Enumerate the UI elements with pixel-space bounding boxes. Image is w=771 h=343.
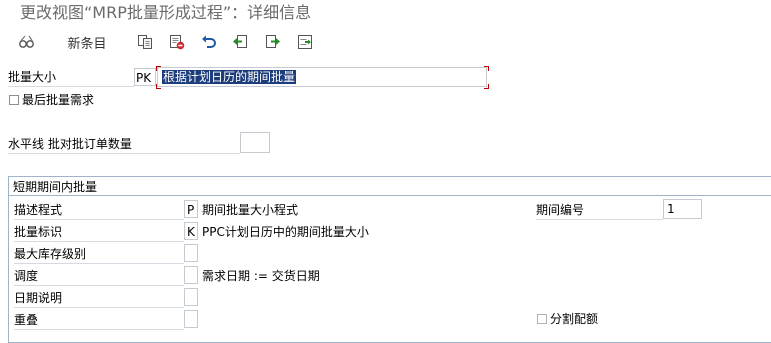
focus-corner xyxy=(156,84,161,89)
scheduling-text: 需求日期 := 交货日期 xyxy=(202,269,320,283)
date-interpretation-label: 日期说明 xyxy=(14,289,184,308)
description-program-text: 期间批量大小程式 xyxy=(202,203,299,217)
period-number-label: 期间编号 xyxy=(536,201,663,220)
lot-indicator-field[interactable]: K xyxy=(184,222,198,240)
lot-size-code-field[interactable]: PK xyxy=(134,68,156,86)
focus-corner xyxy=(484,84,489,89)
focus-corner xyxy=(484,66,489,71)
split-quota-label: 分割配额 xyxy=(550,312,599,326)
scheduling-field[interactable] xyxy=(184,266,198,284)
date-interpretation-field[interactable] xyxy=(184,288,198,306)
other-entry-icon[interactable] xyxy=(295,31,315,53)
description-program-field[interactable]: P xyxy=(184,200,198,218)
short-term-title: 短期期间内批量 xyxy=(13,180,98,194)
lot-indicator-label: 批量标识 xyxy=(14,223,184,242)
focus-corner xyxy=(156,66,161,71)
group-divider xyxy=(9,195,771,196)
copy-icon[interactable] xyxy=(135,31,155,53)
last-lot-requirement-label: 最后批量需求 xyxy=(22,93,95,107)
window-title: 更改视图“MRP批量形成过程”：详细信息 xyxy=(20,3,312,22)
horizon-label: 水平线 批对批订单数量 xyxy=(8,135,240,154)
period-number-field[interactable]: 1 xyxy=(663,199,702,219)
lot-indicator-text: PPC计划日历中的期间批量大小 xyxy=(202,225,369,239)
scheduling-label: 调度 xyxy=(14,267,184,286)
last-lot-requirement-checkbox[interactable] xyxy=(9,95,19,105)
max-stock-level-field[interactable] xyxy=(184,244,198,262)
lot-size-description-text: 根据计划日历的期间批量 xyxy=(162,70,297,84)
previous-entry-icon[interactable] xyxy=(230,31,250,53)
overlap-label: 重叠 xyxy=(14,311,184,330)
delete-icon[interactable] xyxy=(167,31,187,53)
overlap-field[interactable] xyxy=(184,310,198,328)
glasses-icon[interactable] xyxy=(16,31,38,53)
next-entry-icon[interactable] xyxy=(263,31,283,53)
undo-icon[interactable] xyxy=(199,31,219,53)
description-program-label: 描述程式 xyxy=(14,201,184,220)
lot-size-label: 批量大小 xyxy=(8,68,134,87)
new-entries-button[interactable]: 新条目 xyxy=(62,31,112,53)
toolbar: 新条目 xyxy=(0,28,771,56)
horizon-field[interactable] xyxy=(240,132,270,153)
max-stock-level-label: 最大库存级别 xyxy=(14,245,184,264)
split-quota-checkbox[interactable] xyxy=(537,314,547,324)
